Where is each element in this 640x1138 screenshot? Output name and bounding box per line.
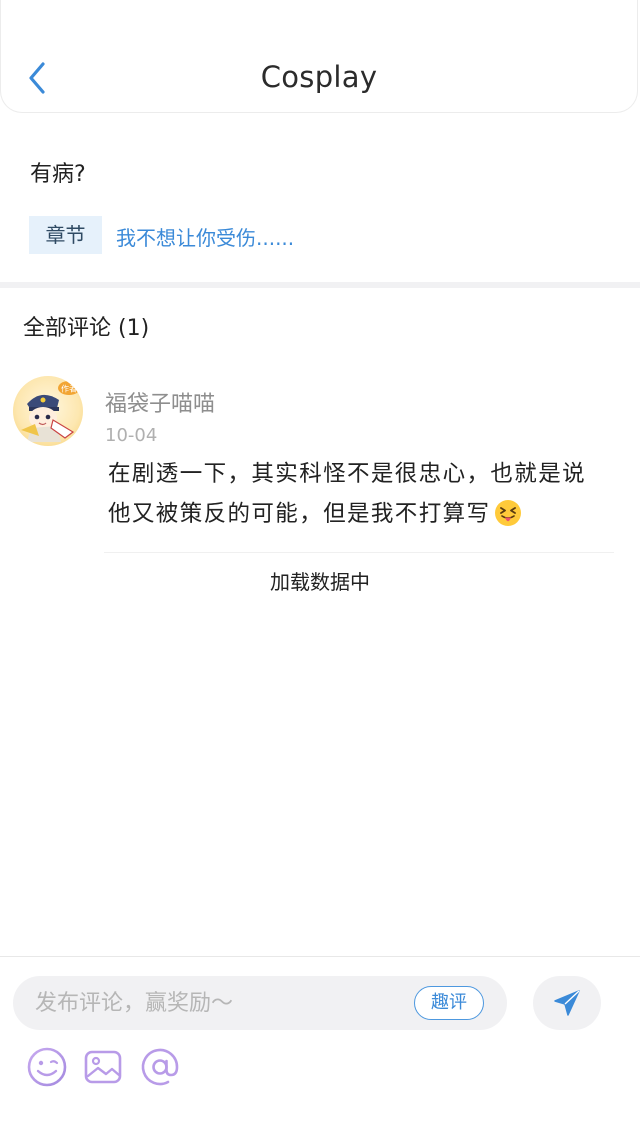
author-badge: 作者 xyxy=(61,384,77,394)
comment-username[interactable]: 福袋子喵喵 xyxy=(105,386,215,418)
send-icon xyxy=(554,990,580,1016)
comment-date: 10-04 xyxy=(105,425,158,446)
comment-divider xyxy=(104,552,614,553)
avatar[interactable]: 作者 xyxy=(13,376,83,446)
chapter-link[interactable]: 我不想让你受伤...... xyxy=(116,222,294,251)
image-icon[interactable] xyxy=(82,1046,124,1088)
page-title: Cosplay xyxy=(260,60,378,94)
squinting-tongue-emoji-icon xyxy=(495,500,522,526)
smile-icon[interactable] xyxy=(26,1046,68,1088)
send-button[interactable] xyxy=(533,976,601,1030)
section-divider xyxy=(0,282,640,288)
comment-text: 在剧透一下，其实科怪不是很忠心，也就是说他又被策反的可能，但是我不打算写 xyxy=(108,454,608,534)
post-title: 有病? xyxy=(30,162,86,187)
chapter-tag: 章节 xyxy=(29,216,102,254)
avatar-illustration: 作者 xyxy=(21,381,80,442)
loading-indicator: 加载数据中 xyxy=(270,570,370,594)
comments-heading: 全部评论 (1) xyxy=(23,316,150,341)
quping-button[interactable]: 趣评 xyxy=(414,986,484,1020)
at-icon[interactable] xyxy=(139,1046,181,1088)
top-nav-bar: Cosplay xyxy=(0,0,638,113)
